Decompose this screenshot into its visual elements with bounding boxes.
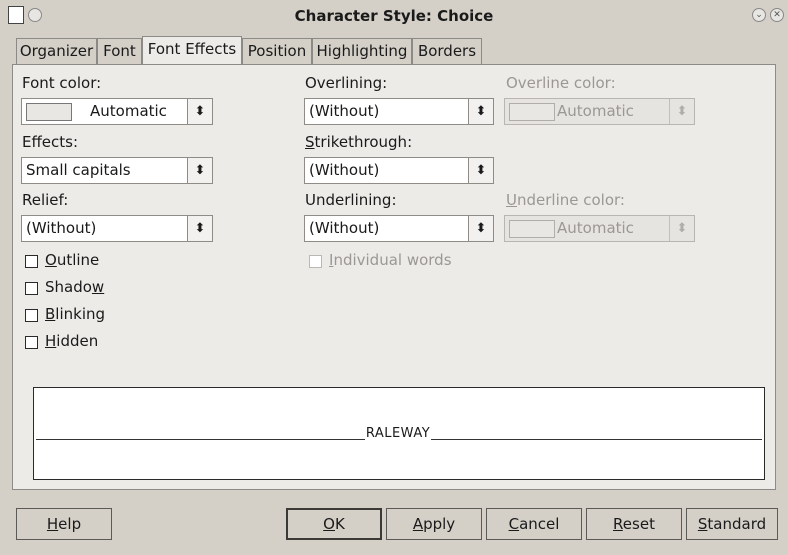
window-title: Character Style: Choice xyxy=(294,7,494,25)
tab-label: Position xyxy=(247,42,307,60)
overlining-label: Overlining: xyxy=(305,74,388,92)
close-icon[interactable]: ✕ xyxy=(770,8,784,22)
ok-button[interactable]: OK xyxy=(286,508,382,540)
blinking-label: Blinking xyxy=(45,305,106,323)
checkbox-box[interactable] xyxy=(25,336,38,349)
font-color-select[interactable]: Automatic ⬍ xyxy=(21,98,213,125)
preview-text-wrapper: RALEWAY xyxy=(34,426,762,441)
spin-arrows-icon[interactable]: ⬍ xyxy=(468,99,493,124)
font-color-value: Automatic xyxy=(90,102,167,120)
tab-font-effects[interactable]: Font Effects xyxy=(142,36,242,64)
individual-words-label: Individual words xyxy=(329,251,452,269)
tab-highlighting[interactable]: Highlighting xyxy=(312,38,412,64)
effects-select[interactable]: Small capitals ⬍ xyxy=(21,157,213,184)
spin-arrows-icon[interactable]: ⬍ xyxy=(187,99,212,124)
font-color-label: Font color: xyxy=(22,74,102,92)
relief-label: Relief: xyxy=(22,191,69,209)
tab-font[interactable]: Font xyxy=(97,38,142,64)
underlining-value: (Without) xyxy=(309,219,380,237)
color-swatch xyxy=(26,103,72,121)
checkbox-box[interactable] xyxy=(25,282,38,295)
strikethrough-label: Strikethrough: xyxy=(305,133,413,151)
tab-borders[interactable]: Borders xyxy=(412,38,482,64)
underline-color-label: Underline color: xyxy=(506,191,625,209)
relief-value: (Without) xyxy=(26,219,97,237)
relief-select[interactable]: (Without) ⬍ xyxy=(21,215,213,242)
strikethrough-select[interactable]: (Without) ⬍ xyxy=(304,157,494,184)
overline-color-select[interactable]: Automatic ⬍ xyxy=(504,98,695,125)
spin-arrows-icon[interactable]: ⬍ xyxy=(187,216,212,241)
color-swatch xyxy=(509,103,555,121)
tab-label: Font Effects xyxy=(147,40,237,58)
effects-label: Effects: xyxy=(22,133,79,151)
strikethrough-value: (Without) xyxy=(309,161,380,179)
tab-label: Highlighting xyxy=(316,42,408,60)
title-bar: Character Style: Choice ⌄ ✕ xyxy=(0,0,788,32)
help-button[interactable]: Help xyxy=(16,508,112,540)
checkbox-box[interactable] xyxy=(309,255,322,268)
underlining-label: Underlining: xyxy=(305,191,397,209)
overlining-select[interactable]: (Without) ⬍ xyxy=(304,98,494,125)
overline-color-value: Automatic xyxy=(557,102,634,120)
hidden-label: Hidden xyxy=(45,332,99,350)
tab-label: Organizer xyxy=(19,42,94,60)
spin-arrows-icon[interactable]: ⬍ xyxy=(468,158,493,183)
reset-button[interactable]: Reset xyxy=(586,508,682,540)
standard-button[interactable]: Standard xyxy=(686,508,778,540)
spin-arrows-icon[interactable]: ⬍ xyxy=(187,158,212,183)
tab-label: Borders xyxy=(417,42,477,60)
spin-arrows-icon[interactable]: ⬍ xyxy=(468,216,493,241)
shadow-label: Shadow xyxy=(45,278,105,296)
underline-color-value: Automatic xyxy=(557,219,634,237)
overline-color-label: Overline color: xyxy=(506,74,616,92)
outline-label: Outline xyxy=(45,251,100,269)
minimize-icon[interactable]: ⌄ xyxy=(752,8,766,22)
underline-color-select[interactable]: Automatic ⬍ xyxy=(504,215,695,242)
tab-organizer[interactable]: Organizer xyxy=(16,38,97,64)
tab-position[interactable]: Position xyxy=(242,38,312,64)
color-swatch xyxy=(509,220,555,238)
overlining-value: (Without) xyxy=(309,102,380,120)
effects-value: Small capitals xyxy=(26,161,131,179)
checkbox-box[interactable] xyxy=(25,309,38,322)
checkbox-box[interactable] xyxy=(25,255,38,268)
spin-arrows-icon[interactable]: ⬍ xyxy=(669,99,694,124)
apply-button[interactable]: Apply xyxy=(386,508,482,540)
preview-text: RALEWAY xyxy=(364,426,432,441)
preview-box: RALEWAY xyxy=(33,387,765,480)
spin-arrows-icon[interactable]: ⬍ xyxy=(669,216,694,241)
cancel-button[interactable]: Cancel xyxy=(486,508,582,540)
tab-label: Font xyxy=(103,42,136,60)
underlining-select[interactable]: (Without) ⬍ xyxy=(304,215,494,242)
